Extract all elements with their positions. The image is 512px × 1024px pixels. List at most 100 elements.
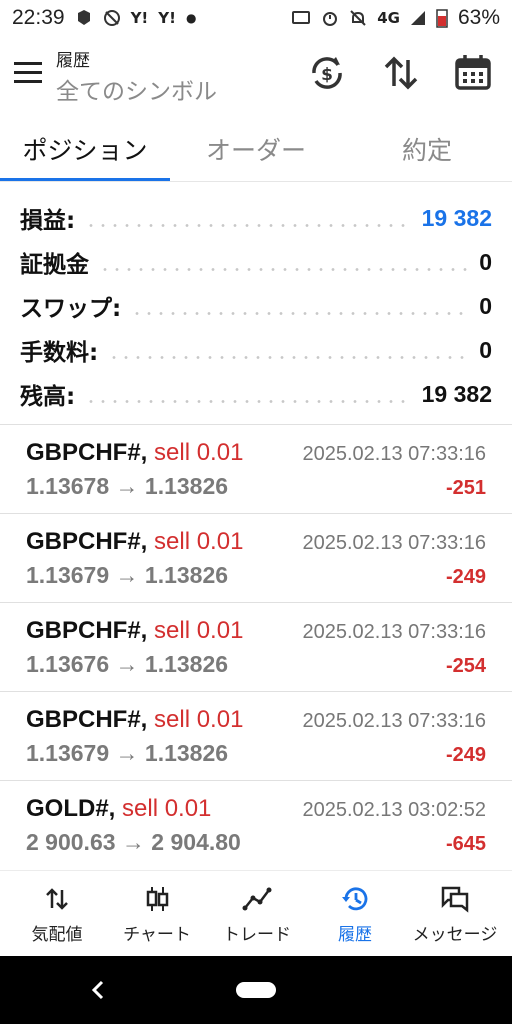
do-not-disturb-icon [350, 10, 366, 26]
trade-prices: 1.13676 → 1.13826 [26, 651, 229, 677]
tab-positions[interactable]: ポジション [0, 116, 170, 182]
trade-prices: 2 900.63 → 2 904.80 [26, 829, 241, 855]
nav-quotes-label: 気配値 [31, 924, 83, 945]
history-tabs: ポジション オーダー 約定 [0, 116, 512, 182]
candlestick-icon [146, 886, 169, 911]
balance-value: 19 382 [421, 380, 492, 407]
tab-orders[interactable]: オーダー [170, 116, 342, 182]
trade-side: sell 0.01 [154, 439, 244, 466]
battery-icon [436, 9, 448, 28]
history-icon [342, 886, 368, 910]
nav-history-label: 履歴 [338, 924, 372, 945]
quotes-icon [46, 887, 68, 910]
trade-profit: -254 [445, 655, 486, 677]
summary-row-margin: 証拠金 0 [0, 240, 512, 284]
trade-symbol: GBPCHF#, sell 0.01 [26, 706, 244, 733]
network-type: 4G [377, 9, 400, 27]
yahoo-notification-1: Y! [130, 9, 149, 27]
swap-label: スワップ: [20, 296, 122, 322]
yahoo-notification-2: Y! [158, 9, 176, 27]
commission-value: 0 [479, 336, 492, 363]
battery-percent: 63% [457, 6, 500, 29]
summary-row-commission: 手数料: 0 [0, 328, 512, 372]
trade-datetime: 2025.02.13 07:33:16 [302, 710, 486, 732]
profit-value: 19 382 [421, 204, 492, 231]
leader-dots [85, 223, 412, 227]
nav-chart[interactable]: チャート [106, 871, 208, 957]
trade-profit: -645 [445, 833, 486, 855]
trade-side: sell 0.01 [154, 617, 244, 644]
leader-dots [108, 355, 470, 359]
trade-datetime: 2025.02.13 03:02:52 [302, 799, 486, 821]
currency-exchange-icon[interactable]: $ [306, 52, 348, 94]
menu-icon-line [14, 80, 42, 83]
trade-row[interactable]: GOLD#, sell 0.01 2025.02.13 03:02:52 2 9… [0, 781, 512, 869]
bottom-navigation: 気配値 チャート トレード 履歴 メッセージ [0, 870, 512, 957]
summary-row-balance: 残高: 19 382 [0, 372, 512, 416]
leader-dots [85, 399, 412, 403]
swap-value: 0 [479, 292, 492, 319]
trade-side: sell 0.01 [122, 795, 212, 822]
trade-prices: 1.13679 → 1.13826 [26, 562, 229, 588]
nav-messages[interactable]: メッセージ [404, 871, 506, 957]
nav-messages-label: メッセージ [412, 924, 498, 945]
status-bar: 22:39 Y! Y! ● 4G 63% [0, 0, 512, 36]
summary-row-swap: スワップ: 0 [0, 284, 512, 328]
trade-side: sell 0.01 [154, 528, 244, 555]
svg-text:$: $ [321, 65, 333, 85]
app-bar: 履歴 全てのシンボル $ [0, 40, 512, 110]
signal-icon [410, 11, 425, 25]
app-notification-icon [77, 10, 90, 25]
trade-datetime: 2025.02.13 07:33:16 [302, 443, 486, 465]
summary-panel: 損益: 19 382 証拠金 0 スワップ: 0 手数料: 0 残高: 19 3… [0, 196, 512, 416]
menu-button[interactable] [14, 62, 42, 84]
tab-deals[interactable]: 約定 [342, 116, 512, 182]
alarm-icon [323, 12, 338, 26]
trade-prices: 1.13679 → 1.13826 [26, 740, 229, 766]
menu-icon-line [14, 71, 42, 74]
messages-icon [441, 886, 469, 913]
calendar-icon[interactable] [452, 52, 494, 94]
system-navigation-bar [0, 956, 512, 1024]
trade-row[interactable]: GBPCHF#, sell 0.01 2025.02.13 07:33:16 1… [0, 514, 512, 602]
trade-symbol: GBPCHF#, sell 0.01 [26, 617, 244, 644]
balance-label: 残高: [20, 384, 76, 410]
trade-profit: -249 [445, 566, 486, 588]
sort-icon[interactable] [380, 52, 422, 94]
home-button[interactable] [236, 982, 276, 998]
trade-row[interactable]: GBPCHF#, sell 0.01 2025.02.13 07:33:16 1… [0, 603, 512, 691]
trade-prices: 1.13678 → 1.13826 [26, 473, 229, 499]
cast-icon [292, 11, 311, 24]
trade-row[interactable]: GBPCHF#, sell 0.01 2025.02.13 07:33:16 1… [0, 692, 512, 780]
trade-row[interactable]: GBPCHF#, sell 0.01 2025.02.13 07:33:16 1… [0, 425, 512, 513]
tabs-divider [0, 181, 512, 182]
margin-label: 証拠金 [20, 252, 89, 278]
summary-row-profit: 損益: 19 382 [0, 196, 512, 240]
profit-label: 損益: [20, 208, 76, 234]
trade-symbol: GBPCHF#, sell 0.01 [26, 439, 244, 466]
margin-value: 0 [479, 248, 492, 275]
trade-symbol: GOLD#, sell 0.01 [26, 795, 212, 822]
nav-history[interactable]: 履歴 [304, 871, 406, 957]
trade-profit: -251 [445, 477, 486, 499]
nav-quotes[interactable]: 気配値 [6, 871, 108, 957]
back-icon[interactable] [88, 978, 108, 1002]
trade-side: sell 0.01 [154, 706, 244, 733]
more-notifications-dot: ● [185, 11, 197, 25]
screen-subtitle: 履歴 [56, 51, 90, 71]
trade-datetime: 2025.02.13 07:33:16 [302, 621, 486, 643]
trend-icon [242, 887, 272, 910]
nav-trade-label: トレード [223, 924, 291, 945]
trade-datetime: 2025.02.13 07:33:16 [302, 532, 486, 554]
muted-notification-icon [103, 10, 120, 26]
commission-label: 手数料: [20, 340, 99, 366]
nav-trade[interactable]: トレード [206, 871, 308, 957]
leader-dots [99, 267, 470, 271]
trade-profit: -249 [445, 744, 486, 766]
symbol-filter-title[interactable]: 全てのシンボル [56, 72, 217, 106]
nav-chart-label: チャート [123, 924, 191, 945]
status-time: 22:39 [12, 6, 65, 29]
menu-icon-line [14, 62, 42, 65]
trade-symbol: GBPCHF#, sell 0.01 [26, 528, 244, 555]
leader-dots [131, 311, 470, 315]
